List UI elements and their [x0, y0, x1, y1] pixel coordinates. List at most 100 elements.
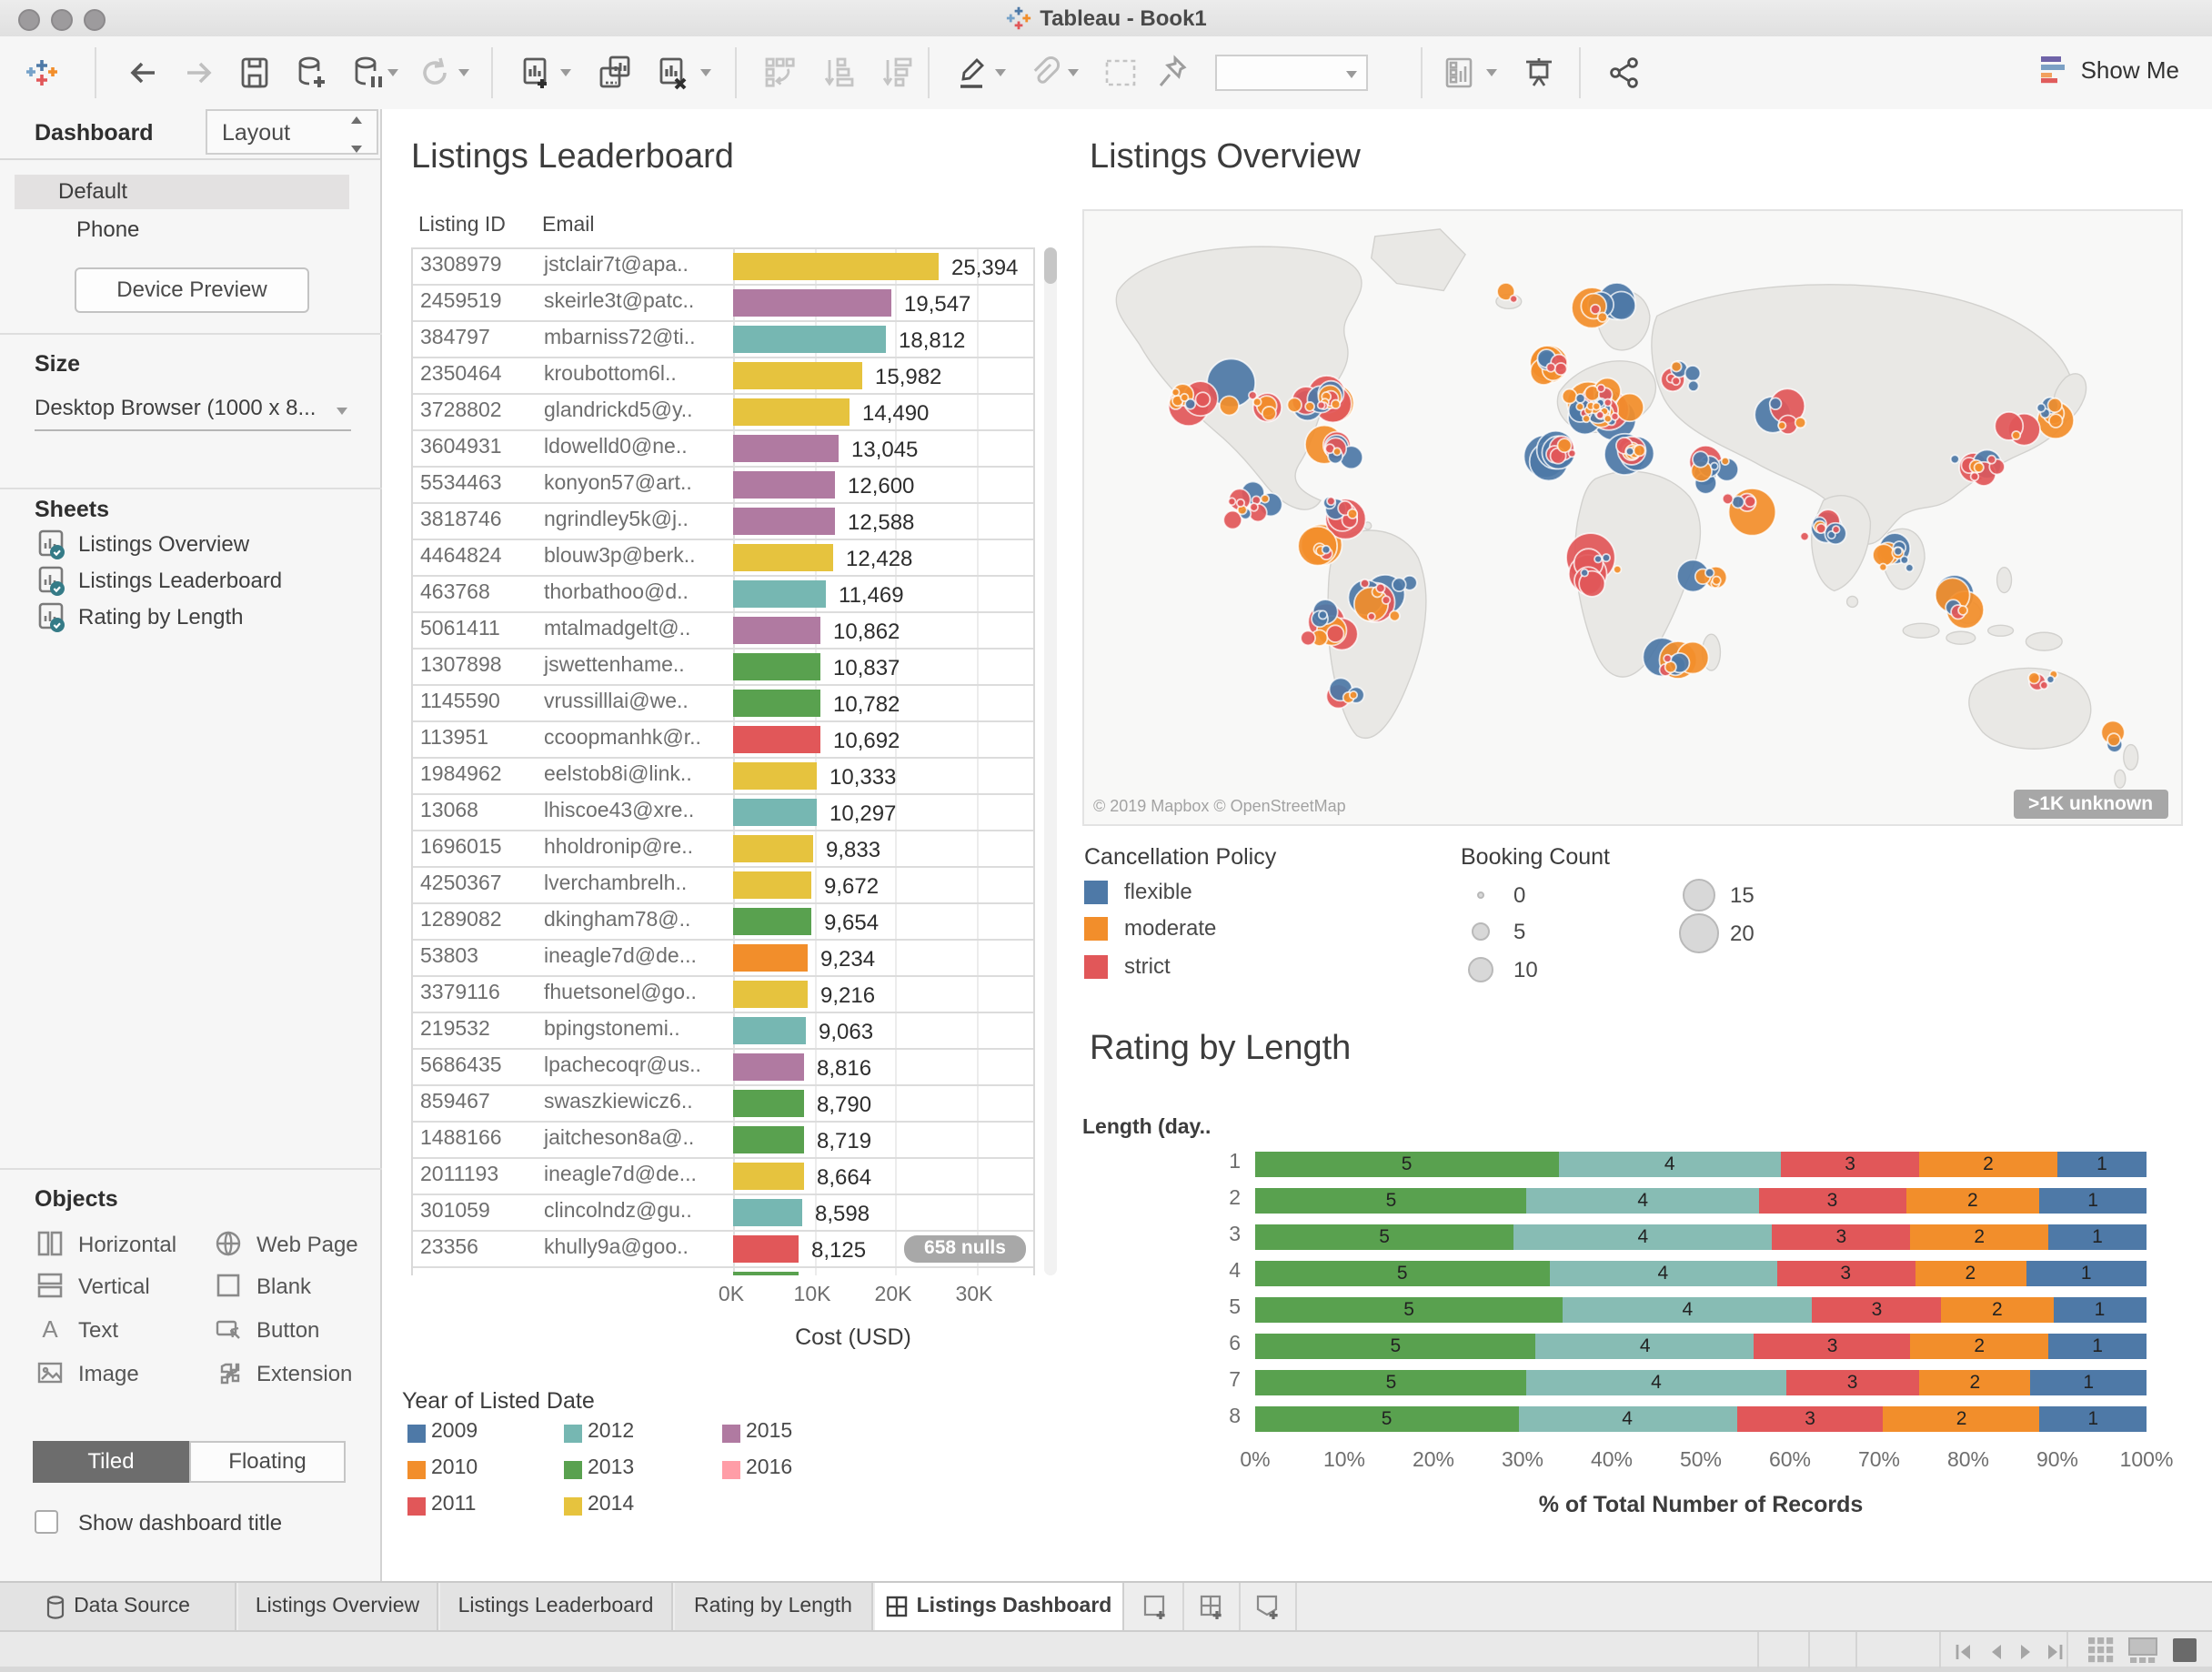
cost-bar[interactable]	[733, 835, 813, 862]
cost-bar[interactable]	[733, 1090, 804, 1117]
show-cards-button[interactable]	[1443, 53, 1483, 93]
rating-segment[interactable]: 5	[1255, 1152, 1559, 1177]
map-bubble-mark[interactable]	[1326, 496, 1336, 507]
map-bubble-mark[interactable]	[1592, 401, 1602, 411]
cost-bar[interactable]	[733, 508, 835, 535]
cost-bar[interactable]	[733, 398, 850, 426]
map-bubble-mark[interactable]	[1346, 508, 1359, 519]
device-preview-button[interactable]: Device Preview	[75, 267, 309, 313]
current-view-icon[interactable]	[2172, 1637, 2197, 1672]
table-row[interactable]: 2459519 skeirle3t@patc.. 19,547	[413, 286, 1033, 322]
map-bubble-mark[interactable]	[1332, 447, 1342, 457]
table-row[interactable]: 463768 thorbathoo@d.. 11,469	[413, 577, 1033, 613]
device-default-item[interactable]: Default	[15, 175, 349, 209]
refresh-caret[interactable]	[458, 69, 469, 76]
cost-bar[interactable]	[733, 762, 817, 790]
tiled-button[interactable]: Tiled	[33, 1441, 189, 1483]
world-map[interactable]	[1082, 209, 2183, 826]
map-bubble-mark[interactable]	[1671, 376, 1681, 387]
rating-segment[interactable]: 4	[1526, 1188, 1759, 1214]
map-bubble-mark[interactable]	[1670, 360, 1683, 373]
nulls-indicator-badge[interactable]: 658 nulls	[904, 1235, 1026, 1263]
cost-bar[interactable]	[733, 544, 833, 571]
rating-segment[interactable]: 4	[1526, 1370, 1786, 1395]
table-row[interactable]: 384797 mbarniss72@ti.. 18,812	[413, 322, 1033, 358]
rating-segment[interactable]: 2	[1915, 1261, 2026, 1286]
map-bubble-mark[interactable]	[1286, 397, 1302, 413]
map-bubble-mark[interactable]	[1252, 397, 1262, 408]
rating-segment[interactable]: 3	[1785, 1370, 1920, 1395]
cost-bar[interactable]	[733, 617, 820, 644]
show-dashboard-title-checkbox[interactable]	[35, 1510, 58, 1534]
map-bubble-mark[interactable]	[1768, 397, 1783, 411]
table-row[interactable]: 1307898 jswettenhame.. 10,837	[413, 650, 1033, 686]
map-bubble-mark[interactable]	[1392, 577, 1407, 593]
sidebar-sheet-item[interactable]: Listings Leaderboard	[0, 564, 382, 600]
rating-segment[interactable]: 2	[1919, 1152, 2057, 1177]
table-row[interactable]: 3818746 ngrindley5k@j.. 12,588	[413, 504, 1033, 540]
table-row[interactable]: 5534463 konyon57@art.. 12,600	[413, 468, 1033, 504]
cost-bar[interactable]	[733, 908, 811, 935]
pause-auto-updates-button[interactable]	[347, 53, 387, 93]
map-bubble-mark[interactable]	[1249, 502, 1259, 512]
cost-bar[interactable]	[733, 944, 808, 972]
table-row[interactable]: 4464824 blouw3p@berk.. 12,428	[413, 540, 1033, 577]
sort-descending-button[interactable]	[877, 53, 917, 93]
show-cards-caret[interactable]	[1486, 69, 1497, 76]
rating-segment[interactable]: 1	[2030, 1370, 2147, 1395]
table-row[interactable]: 3604931 ldowelld0@ne.. 13,045	[413, 431, 1033, 468]
rating-segment[interactable]: 2	[1910, 1224, 2049, 1250]
presentation-mode-button[interactable]	[1519, 53, 1559, 93]
table-row[interactable]: 1984962 eelstob8i@link.. 10,333	[413, 759, 1033, 795]
map-bubble-mark[interactable]	[1227, 497, 1237, 507]
map-bubble-mark[interactable]	[1596, 311, 1608, 323]
rating-segment[interactable]: 5	[1255, 1406, 1519, 1432]
show-me-button[interactable]: Show Me	[2039, 55, 2179, 84]
undo-button[interactable]	[124, 53, 164, 93]
device-phone-item[interactable]: Phone	[76, 217, 139, 242]
map-bubble-mark[interactable]	[1601, 553, 1612, 563]
label-button[interactable]	[1101, 53, 1141, 93]
map-bubble-mark[interactable]	[1330, 398, 1342, 410]
table-row[interactable]: 53803 ineagle7d@de... 9,234	[413, 941, 1033, 977]
tab-listings-leaderboard[interactable]: Listings Leaderboard	[440, 1583, 673, 1630]
map-bubble-mark[interactable]	[1721, 492, 1734, 505]
map-bubble-mark[interactable]	[1300, 630, 1316, 647]
table-row[interactable]: 859467 swaszkiewicz6.. 8,790	[413, 1086, 1033, 1123]
rating-segment[interactable]: 3	[1776, 1261, 1915, 1286]
map-bubble-mark[interactable]	[1831, 525, 1841, 534]
rating-segment[interactable]: 3	[1772, 1224, 1911, 1250]
pause-updates-caret[interactable]	[387, 69, 398, 76]
rating-segment[interactable]: 1	[2026, 1261, 2147, 1286]
clear-sheet-button[interactable]	[653, 53, 693, 93]
first-sheet-button[interactable]	[1952, 1639, 1974, 1672]
format-paperclip-button[interactable]	[1024, 53, 1064, 93]
object-item-button[interactable]: Button	[215, 1312, 382, 1348]
rating-segment[interactable]: 4	[1513, 1224, 1773, 1250]
map-bubble-mark[interactable]	[1664, 660, 1677, 674]
map-bubble-mark[interactable]	[1613, 564, 1623, 575]
map-bubble-mark[interactable]	[1219, 395, 1240, 417]
pin-button[interactable]	[1151, 53, 1191, 93]
cost-bar[interactable]	[733, 1053, 804, 1081]
rating-segment[interactable]: 5	[1255, 1370, 1527, 1395]
tab-data-source[interactable]: Data Source	[0, 1583, 236, 1630]
rating-segment[interactable]: 2	[1919, 1370, 2031, 1395]
cost-bar[interactable]	[733, 726, 820, 753]
map-bubble-mark[interactable]	[1316, 400, 1326, 410]
tab-rating-by-length[interactable]: Rating by Length	[675, 1583, 873, 1630]
map-bubble-mark[interactable]	[1235, 498, 1246, 508]
previous-sheet-button[interactable]	[1985, 1639, 2006, 1672]
rating-segment[interactable]: 4	[1518, 1406, 1737, 1432]
map-bubble-mark[interactable]	[1692, 450, 1710, 468]
cost-bar[interactable]	[733, 1163, 804, 1190]
map-bubble-mark[interactable]	[1582, 414, 1591, 424]
rating-segment[interactable]: 5	[1255, 1188, 1527, 1214]
map-bubble-mark[interactable]	[1687, 379, 1700, 392]
map-bubble-mark[interactable]	[1594, 554, 1603, 564]
map-bubble-mark[interactable]	[1893, 546, 1904, 557]
map-bubble-mark[interactable]	[1799, 531, 1810, 542]
object-item-vertical[interactable]: Vertical	[36, 1268, 204, 1304]
map-bubble-mark[interactable]	[1321, 544, 1332, 555]
table-row[interactable]: 2350464 kroubottom6l.. 15,982	[413, 358, 1033, 395]
